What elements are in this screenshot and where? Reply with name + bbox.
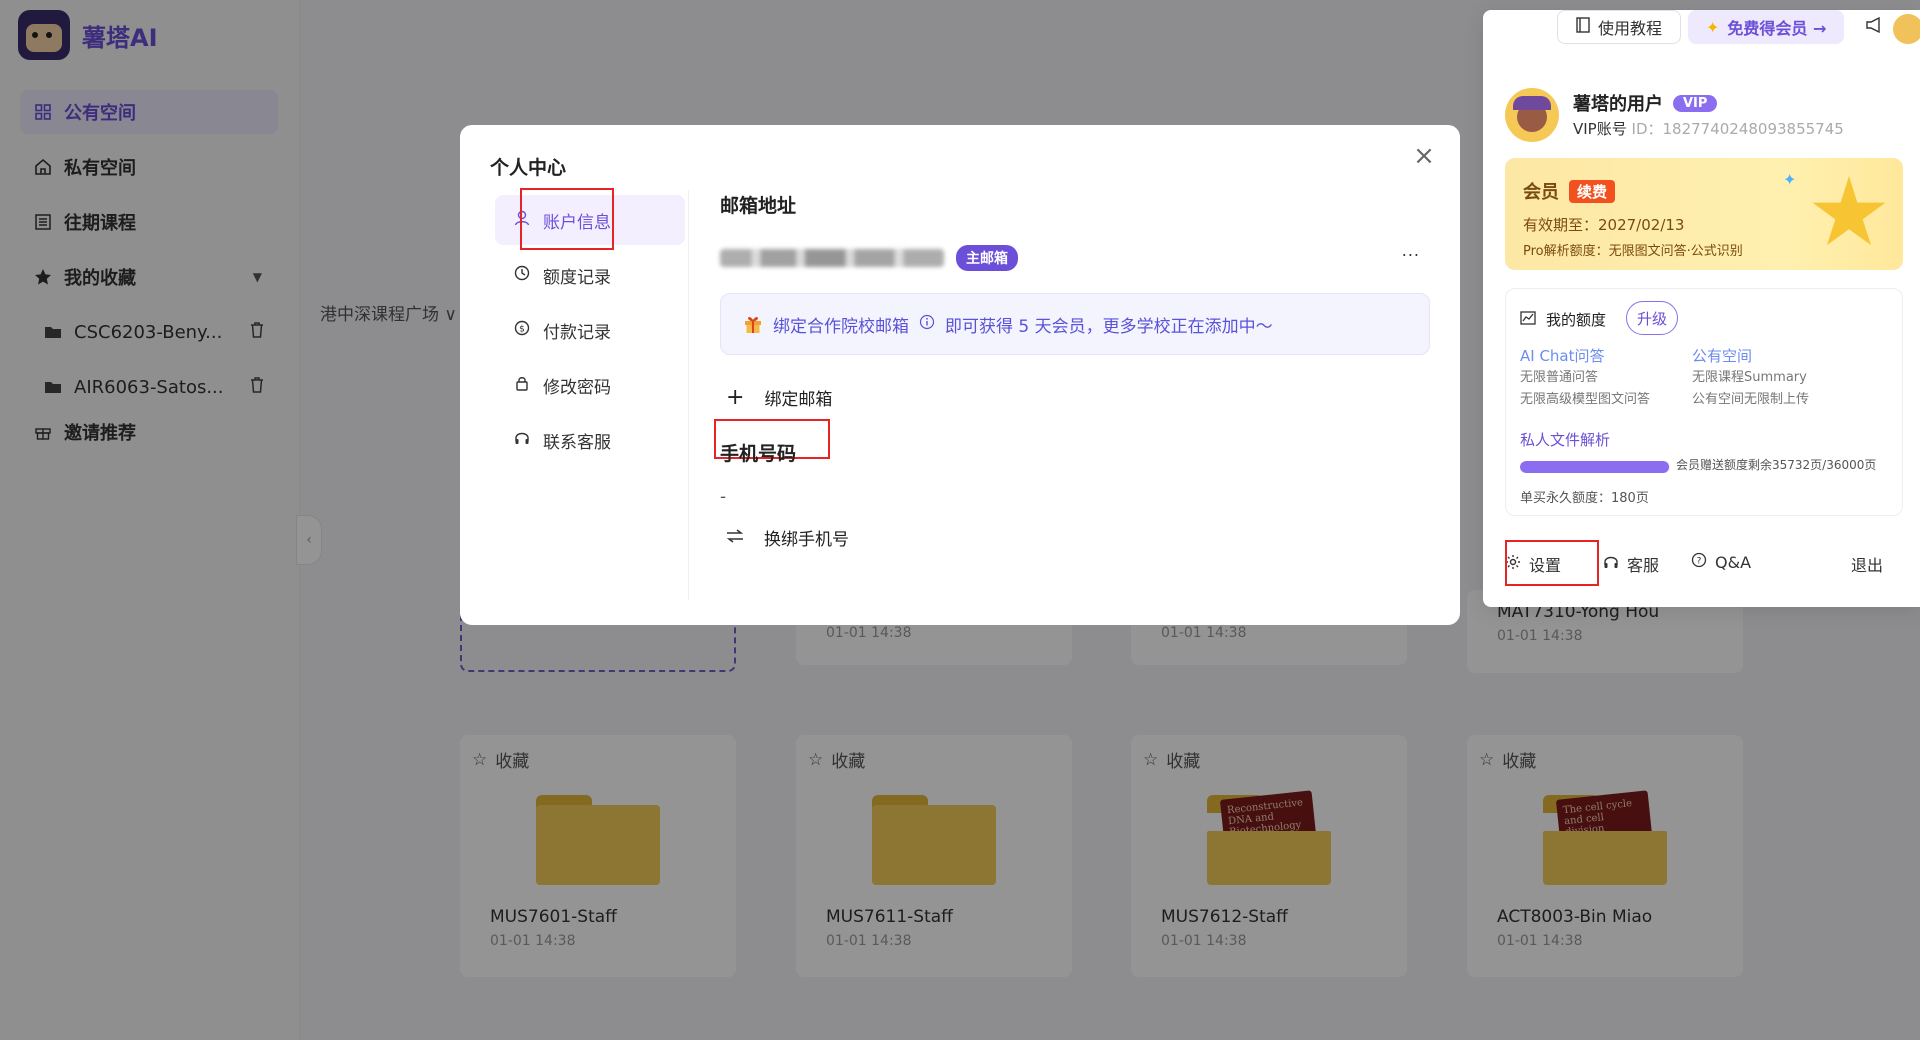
star-mascot-icon: ✦ (1783, 170, 1895, 262)
clock-icon (513, 265, 531, 285)
plus-icon: + (726, 384, 745, 410)
public-space-quota: 公有空间 无限课程Summary 公有空间无限制上传 (1692, 347, 1810, 407)
pro-quota: Pro解析额度：无限图文问答·公式识别 (1523, 244, 1743, 259)
personal-center-modal: 个人中心 × 账户信息 额度记录 $ 付款记录 修改密码 联系客服 邮箱地址 主… (460, 125, 1460, 625)
quota-box: 我的额度 升级 AI Chat问答 无限普通问答 无限高级模型图文问答 公有空间… (1505, 288, 1903, 516)
modal-nav-quota-records[interactable]: 额度记录 (495, 250, 685, 300)
school-email-promo: 绑定合作院校邮箱 即可获得 5 天会员，更多学校正在添加中～ (720, 293, 1430, 355)
membership-card: 会员 续费 有效期至：2027/02/13 Pro解析额度：无限图文问答·公式识… (1505, 158, 1903, 270)
qa-button[interactable]: ? Q&A (1691, 552, 1751, 572)
promo-text: 即可获得 5 天会员，更多学校正在添加中～ (945, 316, 1273, 337)
vip-badge: VIP (1673, 94, 1718, 112)
panel-footer: 设置 客服 ? Q&A 退出 (1483, 540, 1920, 588)
more-options-button[interactable]: ... (1402, 241, 1420, 260)
user-id: VIP账号 ID：1827740248093855745 (1573, 120, 1844, 138)
rebind-phone-label: 换绑手机号 (764, 530, 849, 550)
modal-nav-label: 联系客服 (543, 432, 611, 453)
chart-icon (1520, 310, 1536, 329)
modal-nav-label: 额度记录 (543, 267, 611, 288)
ai-chat-quota: AI Chat问答 无限普通问答 无限高级模型图文问答 (1520, 347, 1651, 407)
svg-text:?: ? (1697, 557, 1702, 567)
book-icon (1576, 17, 1590, 37)
membership-expiry: 有效期至：2027/02/13 (1523, 216, 1685, 234)
phone-section-title: 手机号码 (720, 443, 797, 465)
phone-number-value: - (720, 487, 727, 507)
logout-button[interactable]: 退出 (1851, 552, 1883, 576)
headset-icon (1603, 554, 1619, 574)
dollar-icon: $ (513, 320, 531, 340)
tutorial-button[interactable]: 使用教程 (1557, 10, 1682, 44)
sparkle-icon: ✦ (1706, 17, 1720, 37)
primary-email-badge: 主邮箱 (956, 245, 1018, 271)
info-icon (919, 314, 935, 335)
swap-icon (726, 528, 744, 548)
permanent-quota: 单买永久额度：180页 (1520, 491, 1649, 506)
email-section-title: 邮箱地址 (720, 195, 797, 217)
modal-nav-contact-support[interactable]: 联系客服 (495, 415, 685, 465)
private-parse-title: 私人文件解析 (1520, 431, 1611, 449)
quota-progress-bar (1520, 461, 1670, 473)
modal-nav-label: 修改密码 (543, 377, 611, 398)
question-icon: ? (1691, 552, 1707, 572)
bind-email-button[interactable]: + 绑定邮箱 (726, 385, 832, 410)
user-panel: 使用教程 ✦ 免费得会员 → 薯塔的用户 VIP VIP账号 ID：182774… (1483, 10, 1920, 607)
highlight-box (1505, 540, 1599, 586)
upgrade-button[interactable]: 升级 (1626, 301, 1679, 335)
gift-icon (743, 314, 763, 334)
modal-nav-change-password[interactable]: 修改密码 (495, 360, 685, 410)
customer-service-button[interactable]: 客服 (1603, 552, 1659, 576)
headset-icon (513, 430, 531, 450)
highlight-box (520, 188, 614, 250)
bind-school-email-link[interactable]: 绑定合作院校邮箱 (773, 312, 909, 337)
divider (688, 190, 689, 600)
membership-title: 会员 续费 (1523, 178, 1616, 204)
lock-icon (513, 375, 531, 395)
free-vip-button[interactable]: ✦ 免费得会员 → (1688, 10, 1845, 44)
quota-title: 我的额度 (1520, 309, 1606, 330)
rebind-phone-button[interactable]: 换绑手机号 (726, 525, 849, 550)
svg-text:$: $ (519, 325, 525, 335)
quota-progress-text: 会员赠送额度剩余35732页/36000页 (1676, 458, 1877, 472)
modal-nav-payment-records[interactable]: $ 付款记录 (495, 305, 685, 355)
bind-email-label: 绑定邮箱 (764, 390, 833, 410)
announcement-icon[interactable] (1865, 16, 1883, 37)
user-avatar (1505, 88, 1559, 142)
modal-title: 个人中心 (490, 157, 567, 179)
renew-button[interactable]: 续费 (1569, 179, 1616, 203)
modal-nav-label: 付款记录 (543, 322, 611, 343)
quota-progress-fill (1520, 461, 1669, 473)
avatar[interactable] (1893, 14, 1920, 44)
email-address-redacted (720, 249, 944, 267)
email-row: 主邮箱 ... (720, 241, 1420, 271)
close-icon[interactable]: × (1412, 143, 1436, 169)
user-name: 薯塔的用户 VIP (1573, 90, 1718, 116)
